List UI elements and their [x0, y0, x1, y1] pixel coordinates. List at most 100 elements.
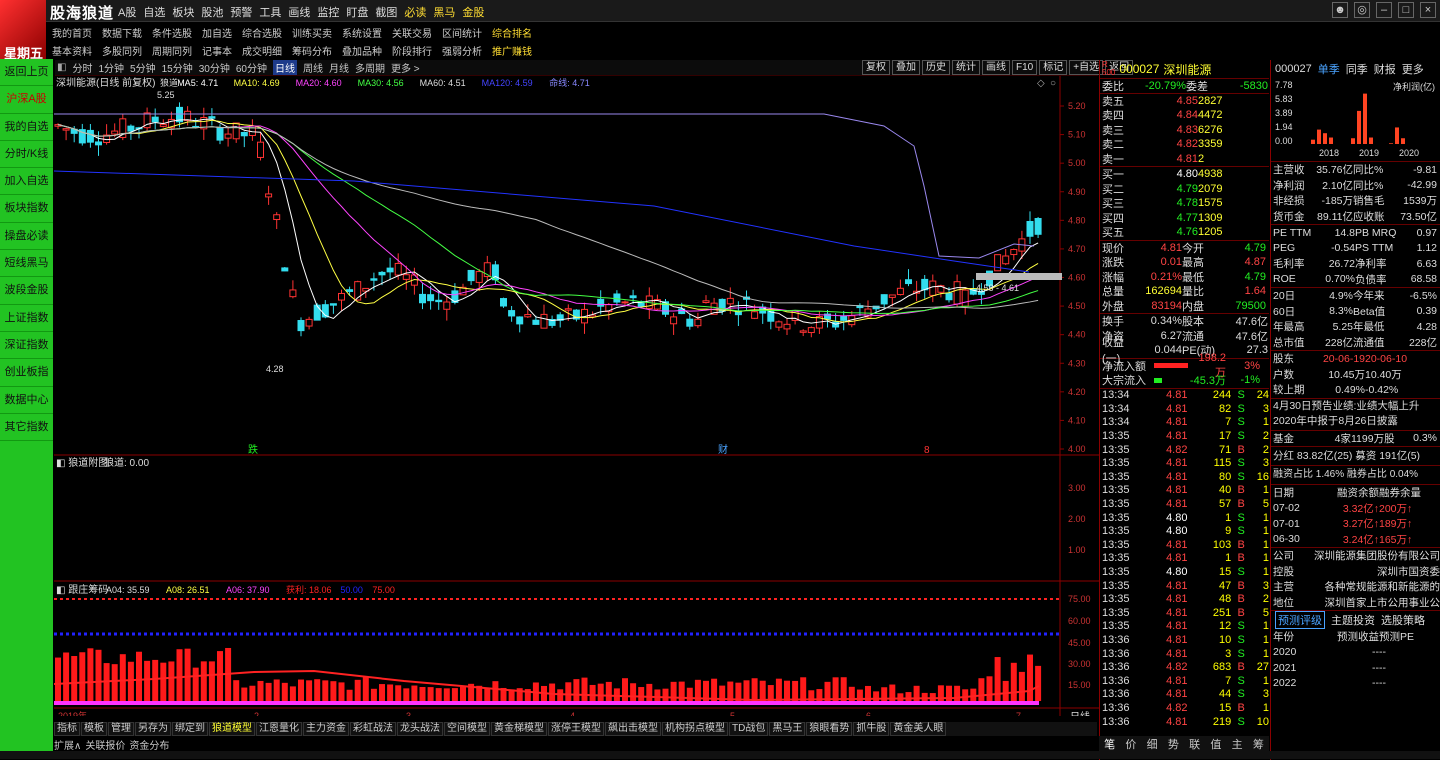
- quote-tab[interactable]: 价: [1125, 736, 1136, 752]
- chart-tool-button[interactable]: 复权: [862, 60, 890, 75]
- pred-tab[interactable]: 预测评级: [1275, 611, 1325, 629]
- indicator-tab[interactable]: 机构拐点模型: [662, 722, 728, 736]
- indicator-tab[interactable]: 抓牛股: [853, 722, 890, 736]
- quote-tab[interactable]: 笔: [1104, 736, 1115, 752]
- top-menu-item[interactable]: 预警: [230, 4, 252, 20]
- period-tab[interactable]: 周线: [303, 60, 323, 75]
- minimize-icon[interactable]: –: [1376, 2, 1392, 18]
- function-button[interactable]: 推广赚钱: [492, 43, 532, 58]
- maximize-icon[interactable]: □: [1398, 2, 1414, 18]
- top-menu-item[interactable]: 股池: [201, 4, 223, 20]
- pred-tab[interactable]: 选股策略: [1381, 612, 1425, 628]
- function-button[interactable]: 关联交易: [392, 25, 432, 40]
- top-menu-item[interactable]: 盯盘: [346, 4, 368, 20]
- function-button[interactable]: 条件选股: [152, 25, 192, 40]
- indicator-tab[interactable]: 黑马王: [769, 722, 806, 736]
- top-menu-item[interactable]: 黑马: [433, 4, 455, 20]
- chart-tool-button[interactable]: 画线: [982, 60, 1010, 75]
- period-tab[interactable]: 多周期: [355, 60, 385, 75]
- fund-tab[interactable]: 更多: [1402, 61, 1424, 77]
- top-menu-item[interactable]: 工具: [259, 4, 281, 20]
- indicator-tab[interactable]: 管理: [108, 722, 134, 736]
- fund-tab[interactable]: 单季: [1318, 61, 1340, 77]
- indicator-tab[interactable]: 黄金梯模型: [491, 722, 547, 736]
- pred-tab[interactable]: 主题投资: [1331, 612, 1375, 628]
- quote-tab[interactable]: 细: [1147, 736, 1158, 752]
- top-menu-item[interactable]: 监控: [317, 4, 339, 20]
- indicator-tab[interactable]: 黄金美人眼: [890, 722, 947, 736]
- indicator-tab[interactable]: 江恩量化: [256, 722, 302, 736]
- sidebar-item[interactable]: 分时/K线: [0, 141, 53, 169]
- top-menu-item[interactable]: 截图: [375, 4, 397, 20]
- fund-tab[interactable]: 财报: [1374, 61, 1396, 77]
- sidebar-item[interactable]: 操盘必读: [0, 223, 53, 251]
- chart-tool-button[interactable]: 统计: [952, 60, 980, 75]
- sidebar-item[interactable]: 创业板指: [0, 359, 53, 387]
- sidebar-item[interactable]: 其它指数: [0, 414, 53, 442]
- indicator-tab[interactable]: 指标: [54, 722, 80, 736]
- quote-tab[interactable]: 联: [1189, 736, 1200, 752]
- top-menu-item[interactable]: 画线: [288, 4, 310, 20]
- fund-tab[interactable]: 同季: [1346, 61, 1368, 77]
- extension-tab[interactable]: 扩展∧: [54, 737, 81, 752]
- quote-tab[interactable]: 主: [1232, 736, 1243, 752]
- period-tab[interactable]: 月线: [329, 60, 349, 75]
- extension-tab[interactable]: 关联报价: [85, 737, 125, 752]
- indicator-tab[interactable]: 彩虹战法: [350, 722, 396, 736]
- indicator-tab[interactable]: 飙出击模型: [605, 722, 661, 736]
- function-button[interactable]: 多股同列: [102, 43, 142, 58]
- function-button[interactable]: 综合排名: [492, 25, 532, 40]
- indicator-tab[interactable]: 狼道模型: [209, 722, 255, 736]
- chart-tool-button[interactable]: 历史: [922, 60, 950, 75]
- sidebar-item[interactable]: 上证指数: [0, 305, 53, 332]
- period-tab[interactable]: 更多 >: [391, 60, 420, 75]
- period-tab[interactable]: 60分钟: [236, 60, 267, 75]
- indicator-tab[interactable]: 主力资金: [303, 722, 349, 736]
- function-button[interactable]: 加自选: [202, 25, 232, 40]
- indicator-tab[interactable]: 涨停王模型: [548, 722, 604, 736]
- function-button[interactable]: 叠加品种: [342, 43, 382, 58]
- indicator-tab[interactable]: 空间模型: [444, 722, 490, 736]
- chart-tool-button[interactable]: +自选: [1069, 60, 1104, 75]
- function-button[interactable]: 基本资料: [52, 43, 92, 58]
- top-menu-item[interactable]: 板块: [172, 4, 194, 20]
- sidebar-item[interactable]: 深证指数: [0, 332, 53, 360]
- period-tab[interactable]: 日线: [272, 60, 297, 75]
- function-button[interactable]: 记事本: [202, 43, 232, 58]
- period-tab[interactable]: 15分钟: [162, 60, 193, 75]
- function-button[interactable]: 综合选股: [242, 25, 282, 40]
- close-icon[interactable]: ×: [1420, 2, 1436, 18]
- function-button[interactable]: 数据下载: [102, 25, 142, 40]
- sidebar-item[interactable]: 我的自选: [0, 114, 53, 141]
- indicator-tab[interactable]: TD战包: [729, 722, 769, 736]
- function-button[interactable]: 强弱分析: [442, 43, 482, 58]
- period-tab[interactable]: 30分钟: [199, 60, 230, 75]
- sidebar-item[interactable]: 沪深A股: [0, 86, 53, 114]
- user-icon[interactable]: ☻: [1332, 2, 1348, 18]
- indicator-tab[interactable]: 模板: [81, 722, 107, 736]
- period-tab[interactable]: 5分钟: [130, 60, 156, 75]
- top-menu-item[interactable]: 必读: [404, 4, 426, 20]
- chart-tool-button[interactable]: 叠加: [892, 60, 920, 75]
- sidebar-item[interactable]: 波段金股: [0, 277, 53, 305]
- indicator-tab[interactable]: 龙头战法: [397, 722, 443, 736]
- quote-tab[interactable]: 势: [1168, 736, 1179, 752]
- function-button[interactable]: 成交明细: [242, 43, 282, 58]
- indicator-tab[interactable]: 另存为: [135, 722, 171, 736]
- news-item[interactable]: 4月30日预告业绩:业绩大幅上升: [1271, 399, 1440, 415]
- sidebar-item[interactable]: 数据中心: [0, 387, 53, 414]
- sidebar-item[interactable]: 返回上页: [0, 59, 53, 87]
- function-button[interactable]: 周期同列: [152, 43, 192, 58]
- function-button[interactable]: 训练买卖: [292, 25, 332, 40]
- panel-toggle-icon[interactable]: ◧: [57, 62, 66, 73]
- top-menu-item[interactable]: A股: [118, 4, 136, 20]
- extension-tab[interactable]: 资金分布: [129, 737, 169, 752]
- function-button[interactable]: 区间统计: [442, 25, 482, 40]
- news-item[interactable]: 2020年中报于8月26日披露: [1271, 414, 1440, 430]
- period-tab[interactable]: 1分钟: [98, 60, 124, 75]
- indicator-tab[interactable]: 绑定到: [172, 722, 208, 736]
- period-tab[interactable]: 分时: [72, 60, 92, 75]
- sidebar-item[interactable]: 短线黑马: [0, 250, 53, 278]
- function-button[interactable]: 阶段排行: [392, 43, 432, 58]
- kline-chart[interactable]: 深圳能源(日线 前复权) 狼道 MA5: 4.71 MA10: 4.69 MA20: 4…: [54, 76, 1099, 716]
